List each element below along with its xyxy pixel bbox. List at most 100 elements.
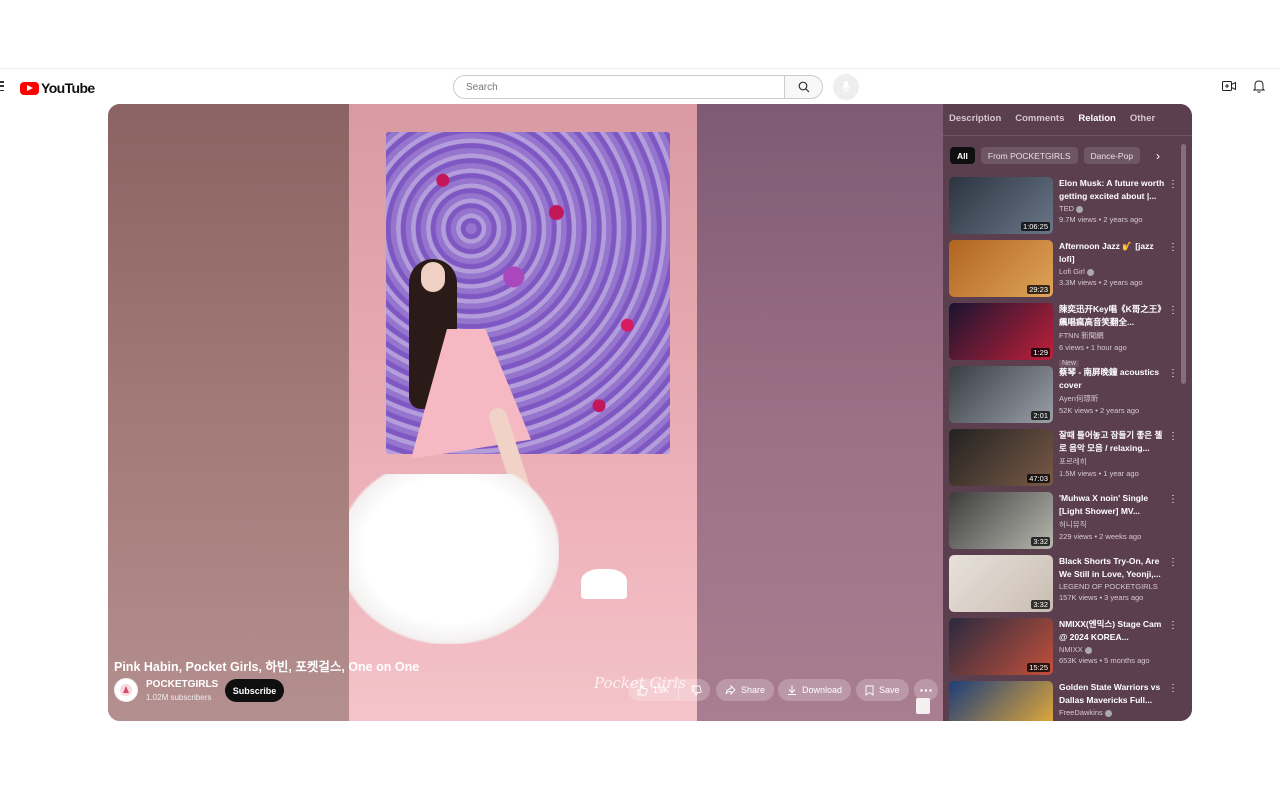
channel-avatar[interactable] (114, 678, 138, 702)
video-channel[interactable]: FTNN 新聞網 (1059, 330, 1167, 341)
channel-name[interactable]: POCKETGIRLS (146, 679, 218, 690)
more-vertical-icon[interactable]: ⋮ (1168, 242, 1178, 253)
video-thumbnail[interactable]: 15:25 (949, 618, 1053, 675)
video-duration: 29:23 (1027, 285, 1050, 294)
channel-badge-icon (916, 698, 930, 714)
tab-other[interactable]: Other (1130, 113, 1155, 124)
video-title[interactable]: 陳奕迅开Key唱《K哥之王》 飆唱瘋高音笑翻全... (1059, 303, 1167, 328)
tab-relation[interactable]: Relation (1078, 113, 1115, 124)
video-info: Elon Musk: A future worth getting excite… (1059, 177, 1167, 240)
youtube-play-icon (20, 81, 39, 95)
sidebar-scrollbar[interactable] (1181, 144, 1186, 384)
meta-separator: • (1093, 406, 1100, 415)
video-duration: 1:29 (1031, 348, 1050, 357)
more-vertical-icon[interactable]: ⋮ (1168, 620, 1178, 631)
video-meta: 1.5M views • 1 year ago (1059, 469, 1167, 478)
related-sidebar: Description Comments Relation Other All … (943, 104, 1192, 721)
menu-icon[interactable] (0, 81, 4, 91)
view-count: 157K views (1059, 593, 1098, 602)
more-vertical-icon[interactable]: ⋮ (1168, 368, 1178, 379)
related-video-item[interactable]: 1:29 陳奕迅开Key唱《K哥之王》 飆唱瘋高音笑翻全... FTNN 新聞網 6 … (949, 303, 1181, 367)
more-vertical-icon[interactable]: ⋮ (1168, 683, 1178, 694)
tab-comments[interactable]: Comments (1015, 113, 1064, 124)
related-video-item[interactable]: 29:23 Afternoon Jazz 🎷 [jazz lofi] Lofi Gi… (949, 240, 1181, 303)
share-button[interactable]: Share (716, 679, 775, 701)
related-video-item[interactable]: 15:25 NMIXX(엔믹스) Stage Cam @ 2024 KOREA..… (949, 618, 1181, 681)
video-title[interactable]: Elon Musk: A future worth getting excite… (1059, 177, 1167, 202)
video-title[interactable]: 잘때 틀어놓고 잠들기 좋은 첼로 음악 모음 / relaxing... (1059, 429, 1167, 454)
channel-name: FreeDawkins (1059, 708, 1103, 717)
video-thumbnail[interactable]: 47:03 (949, 429, 1053, 486)
chip-dance-pop[interactable]: Dance-Pop (1083, 147, 1141, 164)
video-title[interactable]: Black Shorts Try-On, Are We Still in Lov… (1059, 555, 1167, 580)
video-meta: 52K views • 2 years ago (1059, 406, 1167, 415)
search-button[interactable] (785, 75, 823, 99)
video-meta: 229 views • 2 weeks ago (1059, 532, 1167, 541)
video-thumbnail[interactable]: 1:29 (949, 303, 1053, 360)
related-video-item[interactable]: 1:06:25 Elon Musk: A future worth getting… (949, 177, 1181, 240)
like-count: 19K (653, 685, 670, 695)
video-title[interactable]: 'Muhwa X noin' Single [Light Shower] MV.… (1059, 492, 1167, 517)
chevron-right-icon[interactable]: › (1156, 149, 1160, 163)
upload-age: 2 years ago (1103, 278, 1143, 287)
video-title[interactable]: NMIXX(엔믹스) Stage Cam @ 2024 KOREA... (1059, 618, 1167, 643)
youtube-logo[interactable]: YouTube (20, 80, 95, 96)
tab-description[interactable]: Description (949, 113, 1001, 124)
chip-all[interactable]: All (950, 147, 975, 164)
related-video-item[interactable]: Golden State Warriors vs Dallas Maverick… (949, 681, 1181, 721)
video-channel[interactable]: TED (1059, 204, 1167, 213)
video-channel[interactable]: Ayen何璟昕 (1059, 393, 1167, 404)
download-button[interactable]: Download (778, 679, 852, 701)
view-count: 653K views (1059, 656, 1098, 665)
video-channel[interactable]: FreeDawkins (1059, 708, 1167, 717)
video-title[interactable]: 蔡琴 - 南屏晚鐘 acoustics cover (1059, 366, 1167, 391)
video-title[interactable]: Afternoon Jazz 🎷 [jazz lofi] (1059, 240, 1167, 265)
subscribe-button[interactable]: Subscribe (225, 679, 284, 702)
related-video-item[interactable]: 3:32 Black Shorts Try-On, Are We Still in… (949, 555, 1181, 618)
video-meta: 3.3M views • 2 years ago (1059, 278, 1167, 287)
more-vertical-icon[interactable]: ⋮ (1168, 431, 1178, 442)
related-video-item[interactable]: 47:03 잘때 틀어놓고 잠들기 좋은 첼로 음악 모음 / relaxing.… (949, 429, 1181, 492)
video-frame[interactable]: Pocket Girls (349, 104, 697, 721)
more-vertical-icon[interactable]: ⋮ (1168, 557, 1178, 568)
video-thumbnail[interactable]: 2:01 (949, 366, 1053, 423)
upload-age: 2 years ago (1103, 215, 1143, 224)
filter-chips: All From POCKETGIRLS Dance-Pop (950, 147, 1141, 164)
channel-name: 포르레히 (1059, 457, 1087, 466)
video-thumbnail[interactable]: 3:32 (949, 555, 1053, 612)
voice-search-button[interactable] (833, 74, 859, 100)
video-channel[interactable]: NMIXX (1059, 645, 1167, 654)
video-channel[interactable]: 허니뮤직 (1059, 519, 1167, 530)
more-vertical-icon[interactable]: ⋮ (1168, 179, 1178, 190)
channel-name: LEGEND OF POCKETGIRLS (1059, 582, 1158, 591)
dislike-button[interactable] (684, 679, 710, 701)
related-video-item[interactable]: 2:01 蔡琴 - 南屏晚鐘 acoustics cover Ayen何璟昕 52K … (949, 366, 1181, 429)
verified-check-icon (1086, 268, 1094, 276)
chip-from-channel[interactable]: From POCKETGIRLS (980, 147, 1078, 164)
channel-name: Lofi Girl (1059, 267, 1085, 276)
more-vertical-icon[interactable]: ⋮ (1168, 494, 1178, 505)
video-player[interactable]: Pocket Girls Pink Habin, Pocket Girls, 하… (108, 104, 1192, 721)
save-button[interactable]: Save (856, 679, 909, 701)
video-channel[interactable]: Lofi Girl (1059, 267, 1167, 276)
video-channel[interactable]: 포르레히 (1059, 456, 1167, 467)
search-input[interactable] (453, 75, 785, 99)
video-thumbnail[interactable]: 1:06:25 (949, 177, 1053, 234)
related-video-item[interactable]: 3:32 'Muhwa X noin' Single [Light Shower]… (949, 492, 1181, 555)
video-duration: 3:32 (1031, 600, 1050, 609)
video-thumbnail[interactable] (949, 681, 1053, 721)
upload-age: 3 years ago (1104, 593, 1144, 602)
more-vertical-icon[interactable]: ⋮ (1168, 305, 1178, 316)
bookmark-icon (865, 685, 874, 696)
video-thumbnail[interactable]: 29:23 (949, 240, 1053, 297)
video-title[interactable]: Golden State Warriors vs Dallas Maverick… (1059, 681, 1167, 706)
video-thumbnail[interactable]: 3:32 (949, 492, 1053, 549)
video-info: NMIXX(엔믹스) Stage Cam @ 2024 KOREA... NMIX… (1059, 618, 1167, 681)
like-button[interactable]: 19K (628, 679, 679, 701)
ambient-right (697, 104, 945, 721)
create-video-icon[interactable] (1222, 80, 1236, 92)
logo-text: YouTube (41, 80, 95, 96)
video-channel[interactable]: LEGEND OF POCKETGIRLS (1059, 582, 1167, 591)
notifications-bell-icon[interactable] (1253, 79, 1265, 93)
video-duration: 47:03 (1027, 474, 1050, 483)
